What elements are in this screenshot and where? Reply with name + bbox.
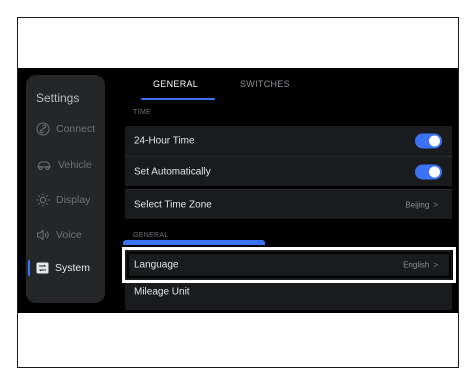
sidebar-item-voice[interactable]: Voice [36, 226, 82, 244]
row-24-hour-time[interactable]: 24-Hour Time [125, 126, 452, 156]
tab-general[interactable]: GENERAL [153, 79, 198, 89]
sidebar-item-vehicle[interactable]: Vehicle [36, 156, 92, 174]
row-label: Mileage Unit [134, 286, 190, 298]
section-label-general: GENERAL [133, 232, 169, 239]
row-label: Select Time Zone [134, 199, 212, 210]
speaker-icon [37, 229, 49, 241]
system-icon [36, 262, 49, 274]
link-icon [36, 122, 50, 136]
row-value: Beijing > [405, 200, 438, 209]
toggle-24-hour-time[interactable] [415, 133, 442, 149]
highlight-inner-border [127, 252, 451, 278]
highlight-box-language [122, 247, 456, 283]
timezone-value: Beijing [405, 200, 430, 209]
chevron-right-icon: > [433, 200, 438, 209]
tab-switches[interactable]: SWITCHES [240, 79, 290, 89]
section-label-time: TIME [133, 109, 151, 116]
mileage-unit-selector[interactable] [123, 240, 265, 245]
active-indicator [28, 260, 30, 276]
sidebar-title: Settings [36, 91, 80, 105]
car-icon [37, 161, 51, 170]
sidebar: Settings Connect Vehicle Display Voice S… [26, 75, 105, 303]
row-mileage-unit[interactable]: Mileage Unit [125, 280, 452, 310]
sidebar-item-label: Vehicle [58, 159, 92, 171]
sidebar-item-display[interactable]: Display [36, 191, 90, 209]
sun-icon [36, 193, 50, 207]
row-set-automatically[interactable]: Set Automatically [125, 156, 452, 186]
row-label: 24-Hour Time [134, 135, 195, 147]
row-label: Set Automatically [134, 166, 211, 177]
sidebar-item-system[interactable]: System [36, 259, 90, 277]
sidebar-item-connect[interactable]: Connect [36, 120, 95, 138]
row-select-time-zone[interactable]: Select Time Zone Beijing > [125, 189, 452, 219]
toggle-set-automatically[interactable] [415, 164, 442, 179]
sidebar-item-label: Connect [56, 123, 96, 135]
sidebar-item-label: Voice [56, 229, 82, 241]
tab-active-underline [141, 98, 215, 100]
sidebar-item-label: System [55, 262, 91, 274]
sidebar-item-label: Display [56, 194, 91, 206]
